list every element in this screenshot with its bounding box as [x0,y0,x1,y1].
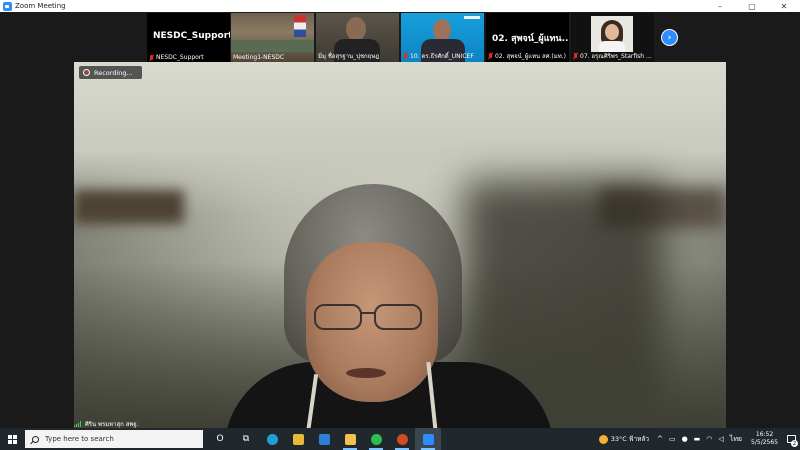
participant-tile[interactable]: 10. ดร.ธีรศักดิ์_UNICEF [401,13,484,62]
cortana-glyph: O [216,434,224,444]
participant-name: มิ่มุ ชื่อสุรฐาน_ปุชกฤษฎ [318,53,380,60]
video-desk [231,40,314,52]
wifi-icon[interactable]: ◠ [706,435,712,443]
participant-display-name: NESDC_Support [153,31,230,41]
muted-mic-icon [573,53,578,59]
store-icon[interactable] [285,428,311,450]
recording-indicator[interactable]: Recording... [79,66,142,79]
glasses-left-lens [314,304,362,330]
file-explorer-icon[interactable] [337,428,363,450]
clock-date: 5/5/2565 [751,439,778,446]
windows-taskbar: Type here to search O ⧉ 33°C ฟ้าหลัว ^ ▭ … [0,428,800,450]
speaker-figure [74,62,726,428]
zoom-icon[interactable] [415,428,441,450]
participant-name: NESDC_Support [156,54,204,61]
cortana-icon[interactable]: O [207,428,233,450]
participant-tile[interactable]: 07. อรุณศิริพร_Starfish ... [571,13,654,62]
video-person-head [346,17,366,41]
edge-glyph [266,433,278,445]
video-flag [294,15,306,37]
participant-name-label: 07. อรุณศิริพร_Starfish ... [573,51,652,61]
window-controls: – ▢ ✕ [704,0,800,12]
participant-name-label: Meeting1-NESDC [233,54,312,61]
store-glyph [292,433,304,445]
participant-name-label: NESDC_Support [149,54,228,61]
participant-strip: NESDC_Support NESDC_Support Meeting1-NES… [0,13,800,62]
mail-icon[interactable] [311,428,337,450]
task-view-icon[interactable]: ⧉ [233,428,259,450]
glasses-right-lens [374,304,422,330]
zoom-glyph [422,433,434,445]
zoom-app-icon [3,1,12,11]
powerpoint-glyph [396,433,408,445]
taskbar-clock[interactable]: 16:52 5/5/2565 [751,431,778,447]
powerpoint-icon[interactable] [389,428,415,450]
task-view-glyph: ⧉ [242,434,250,444]
start-button[interactable] [0,428,24,450]
participant-tile[interactable]: Meeting1-NESDC [231,13,314,62]
search-icon [32,435,39,443]
language-indicator[interactable]: ไทย [730,434,742,445]
participant-name-label: 10. ดร.ธีรศักดิ์_UNICEF [403,51,482,61]
system-tray: 33°C ฟ้าหลัว ^ ▭ ● ▬ ◠ ◁ ไทย 16:52 5/5/2… [598,428,800,450]
taskbar-pinned-apps: O ⧉ [207,428,441,450]
close-button[interactable]: ✕ [768,0,800,12]
participant-name-label: มิ่มุ ชื่อสุรฐาน_ปุชกฤษฎ [318,51,397,61]
muted-mic-icon [403,53,408,59]
display-icon[interactable]: ▭ [669,435,676,443]
participant-name: 07. อรุณศิริพร_Starfish ... [580,53,652,60]
participant-tile[interactable]: NESDC_Support NESDC_Support [147,13,230,62]
line-icon[interactable] [363,428,389,450]
weather-sun-icon [598,434,608,444]
battery-icon[interactable]: ▬ [694,435,701,443]
unicef-logo [464,16,480,19]
minimize-button[interactable]: – [704,0,736,12]
glasses-bridge [361,312,375,314]
notification-center-button[interactable]: 2 [782,428,800,450]
window-title-bar[interactable]: Zoom Meeting – ▢ ✕ [0,0,800,12]
next-page-arrow-icon[interactable]: › [661,29,678,46]
notification-count-badge: 2 [791,440,798,447]
speaker-mouth [346,368,386,378]
window-title: Zoom Meeting [15,2,66,10]
edge-icon[interactable] [259,428,285,450]
participant-name: 10. ดร.ธีรศักดิ์_UNICEF [410,53,474,60]
muted-mic-icon [488,53,493,59]
volume-icon[interactable]: ◁ [718,435,723,443]
windows-logo-icon [7,434,17,444]
recording-icon [83,69,90,76]
participant-name-label: 02. สุพจน์_ผู้แทน สศ.(มท.) [488,51,567,61]
recording-label: Recording... [94,68,133,77]
active-speaker-video[interactable]: Recording... [74,62,726,428]
weather-text[interactable]: 33°C ฟ้าหลัว [611,434,649,444]
participant-tile[interactable]: มิ่มุ ชื่อสุรฐาน_ปุชกฤษฎ [316,13,399,62]
muted-mic-icon [149,54,154,61]
participant-tile[interactable]: 02. สุพจน์_ผู้แทน... 02. สุพจน์_ผู้แทน ส… [486,13,569,62]
video-person-face [605,24,619,40]
video-person-head [433,19,451,41]
clock-time: 16:52 [755,431,774,438]
tray-chevron-icon[interactable]: ^ [657,435,663,443]
connection-signal-icon [74,421,82,427]
participant-name: Meeting1-NESDC [233,54,285,61]
participant-display-name: 02. สุพจน์_ผู้แทน... [492,34,569,44]
line-glyph [370,433,382,445]
maximize-button[interactable]: ▢ [736,0,768,12]
taskbar-search-box[interactable]: Type here to search [25,430,203,448]
mail-glyph [318,433,330,445]
file-explorer-glyph [344,433,356,445]
microphone-icon[interactable]: ● [682,435,688,443]
participant-name: 02. สุพจน์_ผู้แทน สศ.(มท.) [495,53,566,60]
search-placeholder: Type here to search [45,435,114,443]
